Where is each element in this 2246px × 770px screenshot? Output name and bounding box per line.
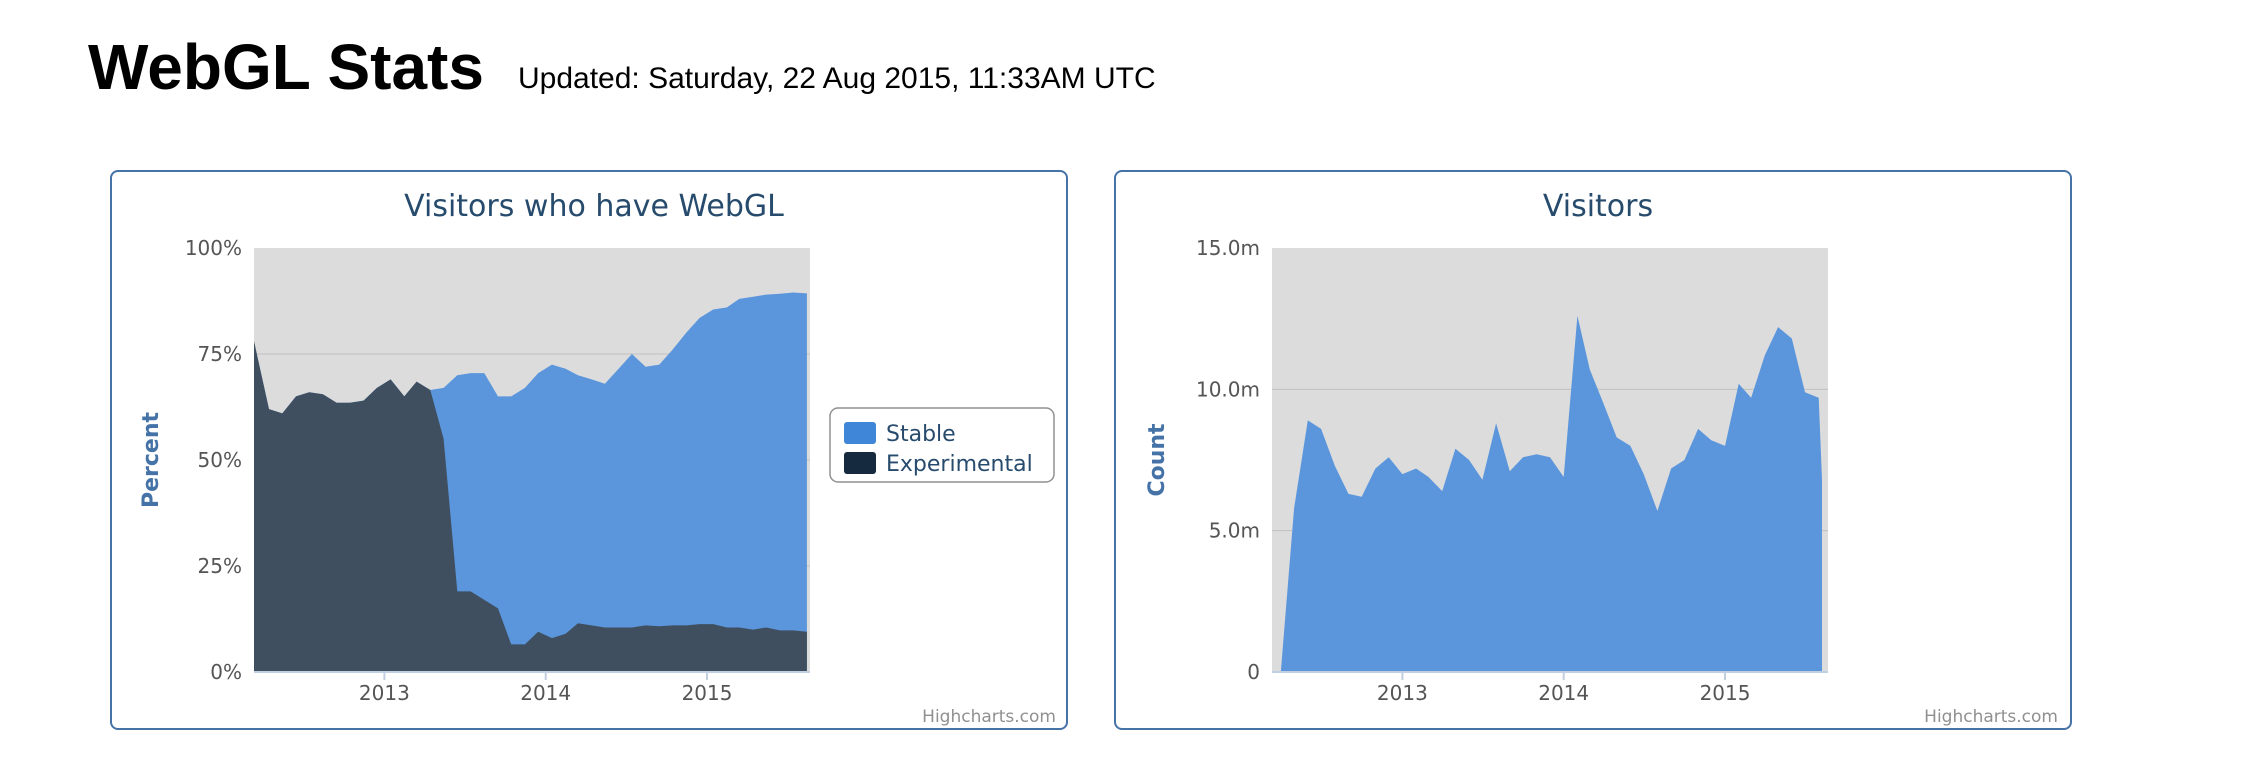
y-tick-label: 25% (198, 554, 242, 578)
x-tick-label: 2014 (1538, 681, 1589, 705)
updated-timestamp: Updated: Saturday, 22 Aug 2015, 11:33AM … (518, 62, 1156, 95)
y-tick-label: 0 (1247, 660, 1260, 684)
y-axis-label: Percent (139, 412, 164, 509)
page-title: WebGL Stats (88, 31, 484, 103)
y-tick-label: 5.0m (1209, 519, 1260, 543)
legend-swatch-stable (844, 422, 876, 444)
webgl-percent-chart-svg: Visitors who have WebGL Percent 0% 25% 50% 75… (139, 189, 1056, 727)
y-tick-label: 0% (210, 660, 242, 684)
y-axis-label: Count (1145, 423, 1170, 497)
visitors-count-chart: Visitors Count 0 5.0m 10.0m 15.0m 2013 2014 2015… (1114, 170, 2072, 730)
visitors-count-chart-svg: Visitors Count 0 5.0m 10.0m 15.0m 2013 2014 2015… (1145, 189, 2058, 727)
y-tick-label: 75% (198, 342, 242, 366)
x-tick-label: 2013 (359, 681, 410, 705)
webgl-percent-chart: Visitors who have WebGL Percent 0% 25% 50% 75… (110, 170, 1068, 730)
y-tick-label: 10.0m (1196, 377, 1260, 401)
chart-title: Visitors (1543, 189, 1653, 224)
credits-link: Highcharts.com (1924, 707, 2058, 727)
credits-link: Highcharts.com (922, 707, 1056, 727)
x-tick-label: 2015 (682, 681, 733, 705)
legend-swatch-experimental (844, 452, 876, 474)
x-tick-label: 2014 (520, 681, 571, 705)
x-tick-label: 2013 (1377, 681, 1428, 705)
x-tick-label: 2015 (1700, 681, 1751, 705)
y-tick-label: 100% (185, 236, 242, 260)
y-tick-label: 50% (198, 448, 242, 472)
legend[interactable]: Stable Experimental (829, 407, 1055, 483)
legend-item-stable[interactable]: Stable (886, 422, 956, 447)
y-tick-label: 15.0m (1196, 236, 1260, 260)
chart-title: Visitors who have WebGL (404, 189, 784, 224)
legend-item-experimental[interactable]: Experimental (886, 452, 1033, 477)
